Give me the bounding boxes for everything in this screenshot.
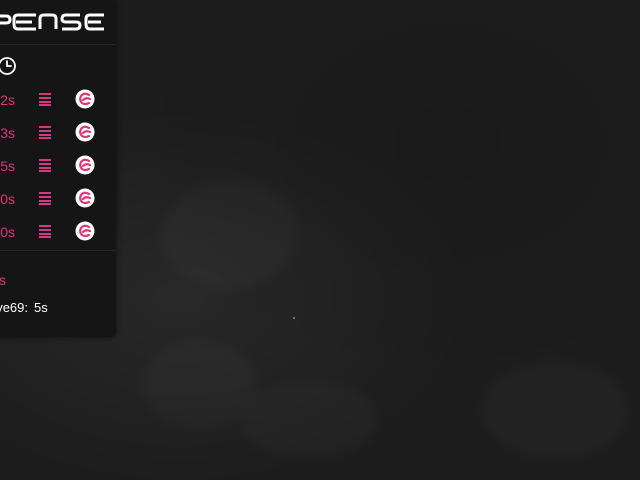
duration-row: 10s	[0, 185, 116, 215]
list-icon[interactable]	[39, 125, 51, 139]
clock-icon	[0, 57, 16, 75]
activity-title: s	[0, 272, 6, 288]
background-shape	[160, 180, 300, 290]
entry-duration: 5s	[34, 300, 48, 315]
list-icon[interactable]	[39, 191, 51, 205]
duration-label: 10s	[0, 191, 15, 207]
background-shape	[480, 360, 630, 460]
duration-label: 2s	[0, 92, 15, 108]
panel-divider	[0, 44, 116, 45]
duration-label: 20s	[0, 224, 15, 240]
background-dot	[293, 317, 295, 319]
duration-row: 5s	[0, 152, 116, 182]
entry-user: ye69:	[0, 300, 28, 315]
duration-row: 20s	[0, 218, 116, 248]
duration-label: 3s	[0, 125, 15, 141]
sense-logo	[0, 13, 104, 31]
background-shape	[240, 380, 380, 460]
app-icon[interactable]	[75, 155, 95, 175]
app-icon[interactable]	[75, 188, 95, 208]
section-divider	[0, 250, 116, 251]
list-icon[interactable]	[39, 158, 51, 172]
app-icon[interactable]	[75, 122, 95, 142]
app-icon[interactable]	[75, 89, 95, 109]
activity-entry: ye69: 5s	[0, 300, 116, 318]
duration-row: 2s	[0, 86, 116, 116]
app-icon[interactable]	[75, 221, 95, 241]
duration-row: 3s	[0, 119, 116, 149]
list-icon[interactable]	[39, 92, 51, 106]
side-panel: 2s 3s 5s 10s	[0, 0, 116, 337]
duration-label: 5s	[0, 158, 15, 174]
list-icon[interactable]	[39, 224, 51, 238]
